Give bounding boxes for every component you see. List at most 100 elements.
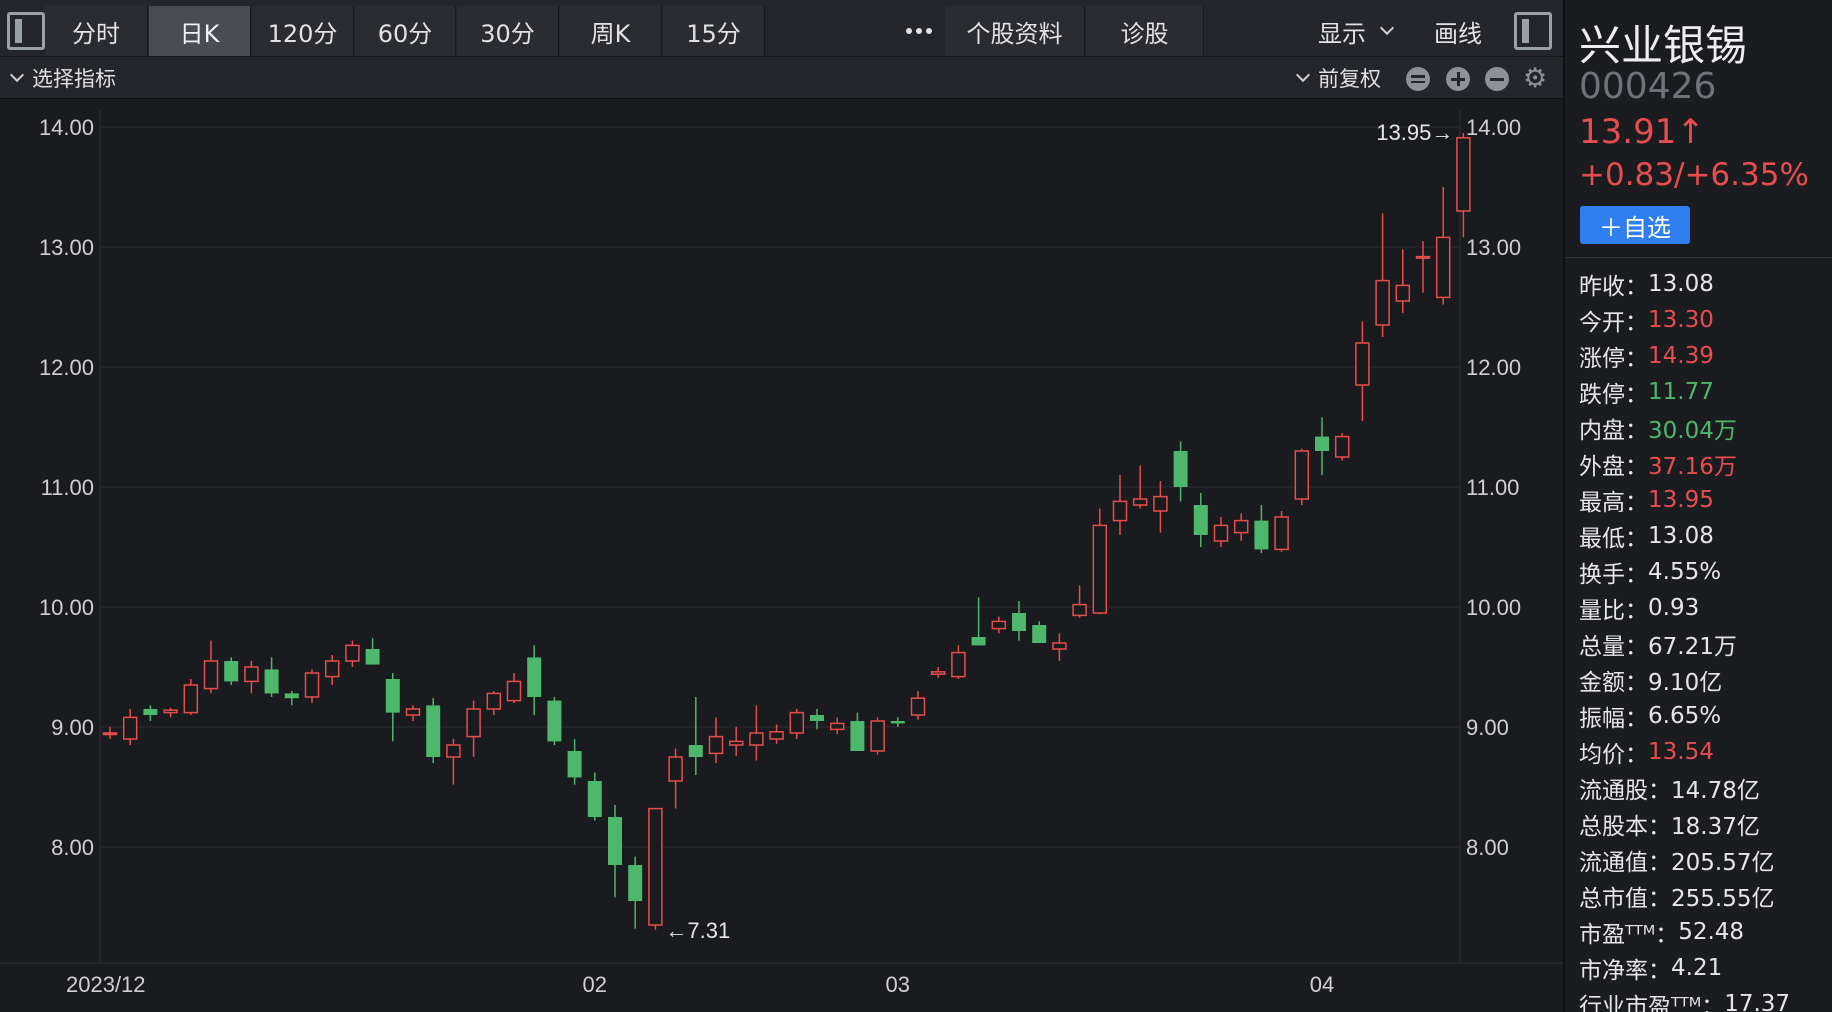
- stat-value: 13.08: [1648, 271, 1714, 297]
- left-panel-toggle-icon[interactable]: [7, 12, 45, 50]
- candle-body: [143, 709, 158, 715]
- candle-body: [1355, 342, 1370, 386]
- candle-body: [122, 716, 138, 740]
- ellipsis-icon[interactable]: [893, 6, 945, 56]
- candle-body: [1334, 435, 1350, 458]
- stock-code: 000426: [1579, 66, 1717, 107]
- candle-body: [567, 751, 582, 778]
- candle-body: [345, 644, 360, 662]
- stat-value: 67.21万: [1648, 634, 1737, 660]
- stat-row: 流通股： 14.78亿: [1579, 770, 1790, 806]
- draw-line-button[interactable]: 画线: [1434, 6, 1482, 56]
- candle-body: [628, 865, 643, 901]
- stat-row: 市盈ᵀᵀᴹ： 52.48: [1579, 914, 1790, 950]
- stat-row: 最低： 13.08: [1579, 518, 1790, 554]
- stat-label: 振幅：: [1579, 706, 1648, 732]
- stat-label: 流通股：: [1579, 778, 1671, 804]
- stat-label: 市盈ᵀᵀᴹ：: [1579, 922, 1679, 948]
- kline-chart[interactable]: 14.00 14.00 13.00 13.00 12.00 12.00 11.00 11.00…: [0, 100, 1563, 1012]
- select-indicator-dropdown[interactable]: 选择指标: [8, 57, 116, 99]
- y-tick-label-right: 12.00: [1466, 355, 1521, 380]
- gear-icon[interactable]: ⚙: [1523, 65, 1547, 92]
- stat-row: 总量： 67.21万: [1579, 626, 1790, 662]
- stat-value: 255.55亿: [1671, 886, 1775, 912]
- tab-period[interactable]: 120分: [252, 6, 354, 56]
- candle-body: [1274, 516, 1289, 551]
- candle-body: [769, 731, 784, 740]
- candle-body: [405, 708, 421, 716]
- stat-label: 总市值：: [1579, 886, 1671, 912]
- candle-body: [1173, 451, 1188, 487]
- zoom-in-icon[interactable]: [1446, 67, 1470, 91]
- quote-stats: 昨收： 13.08 今开： 13.30 涨停： 14.39 跌停： 11.77 内盘： 30.04…: [1579, 266, 1790, 1012]
- quote-panel: 兴业银锡 000426 13.91↑ +0.83/+6.35% ＋自选 昨收： 1…: [1563, 0, 1832, 1012]
- y-tick-label-left: 13.00: [39, 235, 94, 260]
- stat-label: 最低：: [1579, 526, 1648, 552]
- stat-row: 金额： 9.10亿: [1579, 662, 1790, 698]
- tab-period[interactable]: 日K: [149, 6, 251, 56]
- chevron-down-icon: [1295, 67, 1311, 83]
- y-tick-label-left: 12.00: [39, 355, 94, 380]
- display-dropdown[interactable]: 显示: [1318, 6, 1402, 56]
- zoom-out-icon[interactable]: [1485, 67, 1509, 91]
- tab-period[interactable]: 分时: [45, 6, 148, 56]
- stat-row: 昨收： 13.08: [1579, 266, 1790, 302]
- add-watchlist-button[interactable]: ＋自选: [1580, 206, 1690, 244]
- candle-body: [587, 781, 602, 817]
- stock-price: 13.91↑: [1579, 112, 1705, 152]
- stat-row: 最高： 13.95: [1579, 482, 1790, 518]
- candle-body: [890, 721, 905, 724]
- adjust-dropdown[interactable]: 前复权: [1294, 57, 1381, 99]
- diagnose-button[interactable]: 诊股: [1086, 6, 1204, 56]
- stat-value: 18.37亿: [1671, 814, 1760, 840]
- stat-value: 37.16万: [1648, 454, 1737, 480]
- x-tick-label: 03: [886, 972, 910, 997]
- candle-body: [1092, 524, 1108, 614]
- divider: [1565, 257, 1832, 258]
- candle-body: [728, 740, 744, 746]
- y-tick-label-right: 8.00: [1466, 835, 1509, 860]
- right-panel-toggle-icon[interactable]: [1514, 12, 1552, 50]
- stat-value: 6.65%: [1648, 703, 1722, 729]
- stat-row: 跌停： 11.77: [1579, 374, 1790, 410]
- candle-body: [810, 715, 824, 721]
- candle-body: [971, 637, 986, 646]
- layers-icon[interactable]: [1406, 67, 1430, 91]
- tab-period[interactable]: 30分: [457, 6, 559, 56]
- stat-label: 涨停：: [1579, 346, 1648, 372]
- candle-body: [1254, 520, 1269, 550]
- candle-body: [224, 661, 239, 682]
- candle-body: [789, 711, 805, 734]
- stat-value: 52.48: [1678, 919, 1745, 945]
- stat-label: 行业市盈ᵀᵀᴹ：: [1579, 994, 1725, 1012]
- y-tick-label-right: 11.00: [1466, 475, 1519, 500]
- candle-body: [466, 708, 481, 738]
- candle-body: [1032, 625, 1047, 643]
- stat-row: 均价： 13.54: [1579, 734, 1790, 770]
- y-tick-label-right: 14.00: [1466, 115, 1521, 140]
- low-price-label: ←7.31: [665, 918, 730, 943]
- stock-profile-button[interactable]: 个股资料: [945, 6, 1085, 56]
- candle-body: [183, 684, 199, 714]
- stock-name: 兴业银锡: [1579, 21, 1748, 70]
- stat-value: 0.93: [1648, 595, 1700, 621]
- stat-row: 市净率： 4.21: [1579, 950, 1790, 986]
- stat-label: 总股本：: [1579, 814, 1671, 840]
- stat-label: 外盘：: [1579, 454, 1648, 480]
- candle-body: [1435, 236, 1451, 299]
- y-tick-label-left: 11.00: [41, 475, 94, 500]
- candle-body: [506, 680, 522, 702]
- y-tick-label-left: 10.00: [39, 595, 94, 620]
- stat-row: 今开： 13.30: [1579, 302, 1790, 338]
- candle-body: [284, 693, 299, 699]
- tab-period[interactable]: 60分: [355, 6, 456, 56]
- stat-value: 13.95: [1648, 487, 1714, 513]
- stat-row: 总股本： 18.37亿: [1579, 806, 1790, 842]
- candle-body: [1153, 495, 1168, 512]
- tab-period[interactable]: 周K: [560, 6, 662, 56]
- candle-body: [708, 735, 724, 755]
- candle-body: [1233, 519, 1249, 534]
- candle-body: [930, 671, 946, 675]
- candle-body: [1415, 255, 1431, 259]
- tab-period[interactable]: 15分: [663, 6, 765, 56]
